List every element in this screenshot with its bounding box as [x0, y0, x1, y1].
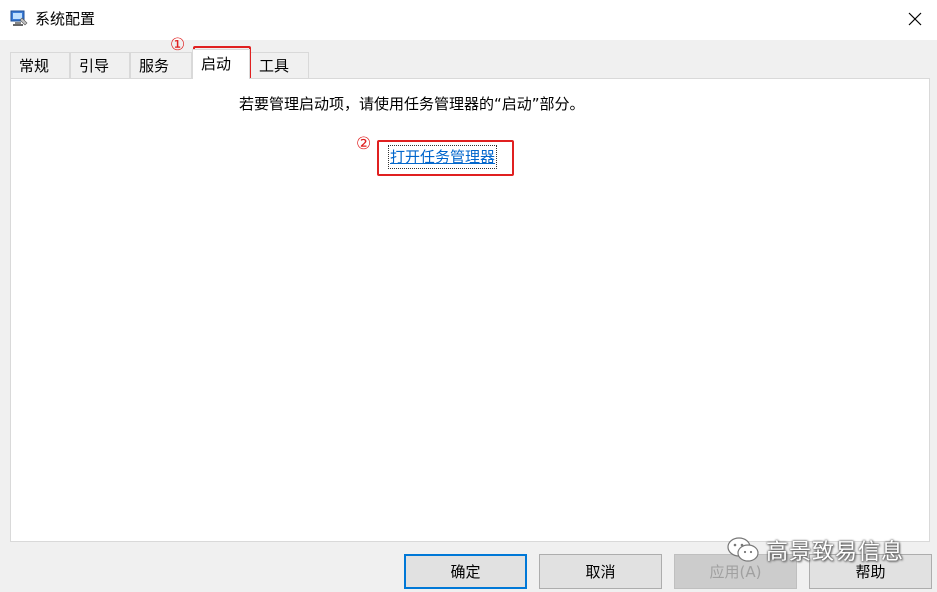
close-button[interactable]	[893, 0, 937, 38]
title-bar: 系统配置	[0, 0, 937, 40]
tab-tools[interactable]: 工具	[250, 52, 309, 78]
ok-button[interactable]: 确定	[404, 554, 527, 589]
wechat-icon	[727, 537, 759, 562]
watermark: 高景致易信息	[726, 532, 904, 568]
startup-info-text: 若要管理启动项，请使用任务管理器的“启动”部分。	[239, 95, 585, 113]
window-title: 系统配置	[35, 10, 96, 28]
cancel-button[interactable]: 取消	[539, 554, 662, 589]
msconfig-app-icon	[10, 9, 28, 27]
tab-startup[interactable]: 启动	[192, 49, 250, 79]
annotation-step-2: ②	[356, 134, 372, 154]
watermark-text: 高景致易信息	[766, 540, 905, 565]
tab-general[interactable]: 常规	[10, 52, 70, 78]
close-icon	[908, 12, 922, 26]
task-manager-link-highlight	[377, 140, 514, 176]
tab-boot[interactable]: 引导	[70, 52, 130, 78]
tab-services[interactable]: 服务	[130, 52, 192, 78]
